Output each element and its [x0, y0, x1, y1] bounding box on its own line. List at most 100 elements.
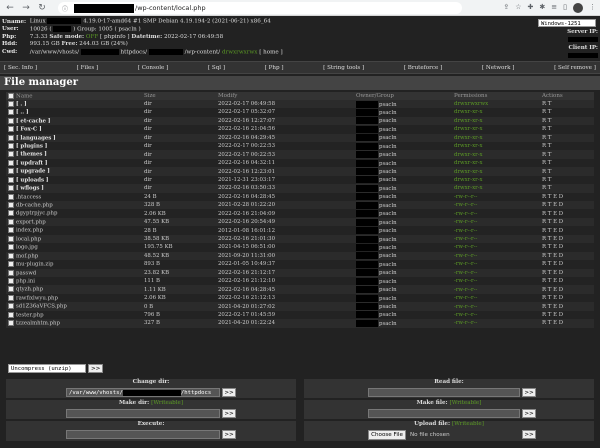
row-checkbox[interactable] — [8, 261, 14, 268]
cell-permissions[interactable]: drwxr-xr-x — [452, 133, 540, 142]
row-checkbox[interactable] — [8, 235, 14, 242]
row-checkbox[interactable] — [8, 286, 14, 293]
menu-bruteforce[interactable]: [ Bruteforce ] — [404, 65, 442, 71]
cell-permissions[interactable]: -rw-r--r-- — [452, 226, 540, 235]
cell-actions[interactable]: R T — [540, 116, 594, 126]
cell-permissions[interactable]: -rw-r--r-- — [452, 260, 540, 269]
make-dir-go-button[interactable]: >> — [222, 409, 236, 418]
file-link[interactable]: index.php — [16, 228, 43, 234]
cell-actions[interactable]: R T — [540, 108, 594, 117]
cell-actions[interactable]: R T E D — [540, 293, 594, 303]
address-bar[interactable]: ⓘ /wp-content/local.php — [58, 2, 462, 14]
read-file-go-button[interactable]: >> — [522, 388, 536, 397]
cell-permissions[interactable]: -rw-r--r-- — [452, 209, 540, 218]
file-link[interactable]: rawfixlwyu.php — [16, 295, 58, 301]
menu-self-remove[interactable]: [ Self remove ] — [554, 65, 596, 71]
file-link[interactable]: passwd — [16, 270, 36, 276]
read-file-input[interactable] — [368, 388, 520, 397]
bulk-action-go-button[interactable]: >> — [88, 364, 104, 373]
cell-permissions[interactable]: drwxr-xr-x — [452, 167, 540, 176]
row-checkbox[interactable] — [8, 311, 14, 318]
row-checkbox[interactable] — [8, 176, 14, 183]
file-link[interactable]: logo.jpg — [16, 245, 38, 251]
cell-actions[interactable]: R T — [540, 158, 594, 168]
more-vert-icon[interactable]: ⋮ — [589, 3, 596, 13]
phpinfo-link[interactable]: [ phpinfo ] — [100, 34, 130, 40]
row-checkbox[interactable] — [8, 109, 14, 116]
cell-actions[interactable]: R T — [540, 133, 594, 142]
cell-permissions[interactable]: drwxrwxrwx — [452, 99, 540, 109]
file-link[interactable]: tzzealmhtm.php — [16, 321, 60, 327]
row-checkbox[interactable] — [8, 151, 14, 158]
cell-actions[interactable]: R T E D — [540, 243, 594, 252]
row-checkbox[interactable] — [8, 117, 14, 124]
extension-icon[interactable]: ✚ — [528, 3, 534, 13]
file-link[interactable]: local.php — [16, 236, 41, 242]
cell-permissions[interactable]: -rw-r--r-- — [452, 293, 540, 303]
cell-actions[interactable]: R T E D — [540, 217, 594, 227]
cell-permissions[interactable]: drwxr-xr-x — [452, 108, 540, 117]
file-link[interactable]: .htaccess — [16, 194, 41, 200]
cell-permissions[interactable]: -rw-r--r-- — [452, 285, 540, 294]
choose-file-button[interactable]: Choose File — [368, 430, 406, 440]
cell-actions[interactable]: R T — [540, 141, 594, 151]
cell-permissions[interactable]: drwxr-xr-x — [452, 141, 540, 151]
reload-icon[interactable]: ↻ — [36, 2, 48, 14]
file-link[interactable]: export.php — [16, 219, 46, 225]
row-checkbox[interactable] — [8, 277, 14, 284]
upload-go-button[interactable]: >> — [522, 430, 536, 439]
cell-actions[interactable]: R T E D — [540, 310, 594, 320]
cell-actions[interactable]: R T E D — [540, 234, 594, 244]
menu-sql[interactable]: [ Sql ] — [208, 65, 225, 71]
forward-icon[interactable]: → — [20, 2, 32, 14]
make-dir-input[interactable] — [66, 409, 220, 418]
cell-actions[interactable]: R T E D — [540, 276, 594, 286]
bookmark-star-icon[interactable]: ☆ — [515, 3, 521, 13]
file-link[interactable]: sd1Z36aVFCS.php — [16, 304, 67, 310]
cell-actions[interactable]: R T E D — [540, 226, 594, 235]
execute-input[interactable] — [66, 430, 220, 439]
info-icon[interactable]: ⓘ — [62, 4, 70, 13]
header-permissions[interactable]: Permissions — [452, 92, 540, 100]
cell-actions[interactable]: R T E D — [540, 302, 594, 311]
row-checkbox[interactable] — [8, 210, 14, 217]
cell-actions[interactable]: R T E D — [540, 192, 594, 202]
row-checkbox[interactable] — [8, 185, 14, 192]
folder-link[interactable]: [ plugins ] — [16, 143, 47, 149]
header-size[interactable]: Size — [142, 92, 216, 100]
folder-link[interactable]: [ upgrade ] — [16, 169, 50, 175]
cell-actions[interactable]: R T — [540, 184, 594, 193]
folder-link[interactable]: [ themes ] — [16, 152, 47, 158]
cell-actions[interactable]: R T — [540, 125, 594, 134]
row-checkbox[interactable] — [8, 202, 14, 209]
file-link[interactable]: mu-plugin.zip — [16, 262, 53, 268]
home-link[interactable]: [ home ] — [259, 49, 283, 55]
header-modify[interactable]: Modify — [216, 92, 354, 100]
cell-permissions[interactable]: -rw-r--r-- — [452, 319, 540, 328]
back-icon[interactable]: ← — [4, 2, 16, 14]
cell-actions[interactable]: R T E D — [540, 251, 594, 261]
menu-network[interactable]: [ Network ] — [482, 65, 515, 71]
sidepanel-icon[interactable]: ▯ — [563, 3, 567, 13]
cell-actions[interactable]: R T E D — [540, 319, 594, 328]
cell-actions[interactable]: R T E D — [540, 209, 594, 218]
folder-link[interactable]: [ .. ] — [16, 110, 29, 116]
row-checkbox[interactable] — [8, 159, 14, 166]
header-owner[interactable]: Owner/Group — [354, 92, 452, 100]
row-checkbox[interactable] — [8, 100, 14, 107]
folder-link[interactable]: [ wflogs ] — [16, 186, 44, 192]
menu-files[interactable]: [ Files ] — [77, 65, 99, 71]
cell-actions[interactable]: R T E D — [540, 285, 594, 294]
cell-permissions[interactable]: drwxr-xr-x — [452, 184, 540, 193]
make-file-input[interactable] — [368, 409, 520, 418]
row-checkbox[interactable] — [8, 126, 14, 133]
row-checkbox[interactable] — [8, 303, 14, 310]
row-checkbox[interactable] — [8, 142, 14, 149]
bulk-action-select[interactable]: Uncompress (unzip) — [8, 364, 86, 373]
cell-permissions[interactable]: drwxr-xr-x — [452, 150, 540, 159]
cell-permissions[interactable]: -rw-r--r-- — [452, 243, 540, 252]
row-checkbox[interactable] — [8, 294, 14, 301]
puzzle-icon[interactable]: ✱ — [539, 3, 545, 13]
cell-permissions[interactable]: drwxr-xr-x — [452, 125, 540, 134]
header-actions[interactable]: Actions — [540, 92, 594, 100]
